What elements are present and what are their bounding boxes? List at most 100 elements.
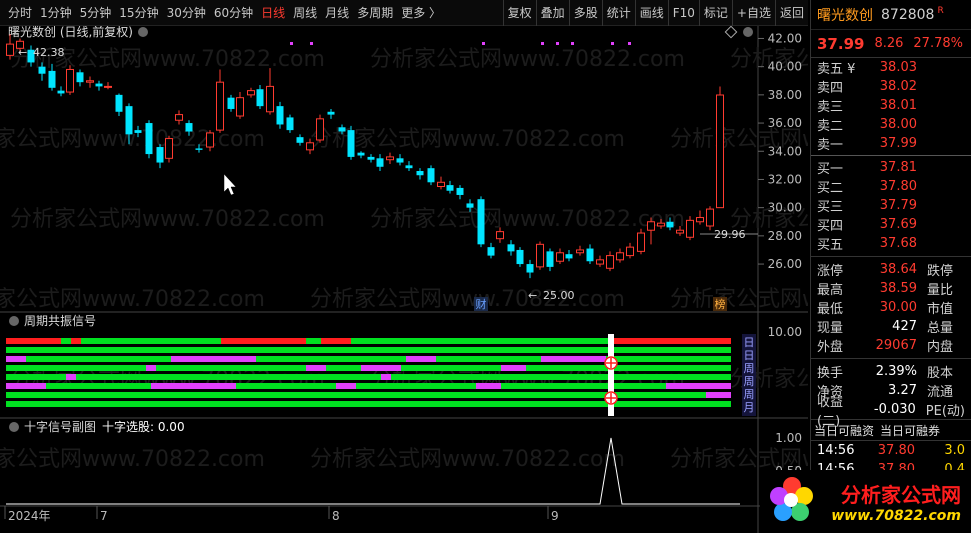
candle-body xyxy=(676,229,684,234)
period-tab-9[interactable]: 多周期 xyxy=(353,0,397,26)
period-tab-1[interactable]: 1分钟 xyxy=(36,0,76,26)
period-tab-7[interactable]: 周线 xyxy=(289,0,321,26)
candle-body xyxy=(507,244,515,252)
dropdown-icon[interactable] xyxy=(138,27,148,37)
resonance-segment xyxy=(306,338,321,344)
signal-dot xyxy=(310,42,313,45)
resonance-segment xyxy=(46,383,151,389)
resonance-segment xyxy=(71,338,81,344)
panel2-dropdown-icon[interactable] xyxy=(9,316,19,326)
toolbar-button-3[interactable]: 统计 xyxy=(601,0,635,26)
toolbar-button-8[interactable]: 返回 xyxy=(774,0,808,26)
stat-label: 换手 xyxy=(817,366,844,381)
buy-price: 37.79 xyxy=(879,198,917,213)
candle-body xyxy=(516,249,524,265)
tab-margin-sell[interactable]: 当日可融券 xyxy=(877,422,943,439)
stat-value: 29067 xyxy=(875,338,917,353)
candle-body xyxy=(626,246,634,257)
candle-body xyxy=(546,251,554,267)
panel2-y-tick: 10.00 xyxy=(768,325,802,339)
panel3-dropdown-icon[interactable] xyxy=(9,422,19,432)
period-tab-2[interactable]: 5分钟 xyxy=(76,0,116,26)
resonance-segment xyxy=(326,365,361,371)
tab-margin-buy[interactable]: 当日可融资 xyxy=(811,422,877,439)
candle-body xyxy=(38,66,46,74)
candle-body xyxy=(296,137,304,143)
candle-body xyxy=(616,252,624,261)
stat-row: 现量 427 总量 xyxy=(811,317,971,336)
period-tab-4[interactable]: 30分钟 xyxy=(163,0,210,26)
candle-body xyxy=(487,247,495,256)
signal-dot xyxy=(541,42,544,45)
signal-dot xyxy=(556,42,559,45)
stat-value: 30.00 xyxy=(879,300,917,315)
resonance-segment xyxy=(501,365,526,371)
toolbar-button-2[interactable]: 多股 xyxy=(568,0,602,26)
resonance-segment xyxy=(6,392,706,398)
resonance-segment xyxy=(146,365,156,371)
candle-body xyxy=(165,138,173,159)
sell-row: 卖一 37.99 xyxy=(811,134,971,153)
stat-label-2: 内盘 xyxy=(927,340,954,355)
candle-body xyxy=(437,181,445,188)
kline-chart-area[interactable]: 分析家公式网www.70822.com 分析家公式网www.70822.com 分析… xyxy=(0,26,808,533)
resonance-segment xyxy=(156,365,306,371)
toolbar-button-4[interactable]: 画线 xyxy=(634,0,668,26)
resonance-segment xyxy=(351,338,611,344)
logo-url: www.70822.com xyxy=(831,508,961,524)
period-tab-0[interactable]: 分时 xyxy=(4,0,36,26)
resonance-segment xyxy=(381,374,391,380)
period-tab-5[interactable]: 60分钟 xyxy=(210,0,257,26)
candle-body xyxy=(206,132,214,148)
resonance-segment xyxy=(171,356,256,362)
resonance-segment xyxy=(6,383,46,389)
candle-body xyxy=(286,117,294,131)
last-price-label: 29.96 xyxy=(714,228,746,241)
period-tab-8[interactable]: 月线 xyxy=(321,0,353,26)
panel3-y-tick: 1.00 xyxy=(775,431,802,445)
watermark-text: 分析家公式网www.70822.com xyxy=(0,447,265,472)
candle-body xyxy=(686,219,694,238)
stat-label-2: 股本 xyxy=(927,366,954,381)
stats-block-1: 涨停 38.64 跌停 最高 38.59 量比 最低 30.00 市值 现量 427 总量 外盘 2906… xyxy=(811,260,971,355)
toolbar-button-7[interactable]: +自选 xyxy=(731,0,775,26)
stat-label-2: 跌停 xyxy=(927,264,954,279)
finance-tabs[interactable]: 当日可融资 当日可融券 xyxy=(811,419,971,441)
toolbar-button-0[interactable]: 复权 xyxy=(502,0,536,26)
y-tick-label: 28.00 xyxy=(768,229,802,243)
resonance-segment xyxy=(256,356,406,362)
stock-header: 曙光数创 872808 R xyxy=(811,0,971,30)
candle-body xyxy=(276,106,284,125)
toolbar-button-1[interactable]: 叠加 xyxy=(535,0,569,26)
watermark-text: 分析家公式网www.70822.com xyxy=(730,367,808,392)
period-tab-6[interactable]: 日线 xyxy=(257,0,289,26)
stat-row: 涨停 38.64 跌停 xyxy=(811,260,971,279)
stat-value: 3.27 xyxy=(888,383,917,398)
quote-panel: 曙光数创 872808 R 37.99 8.26 27.78% 卖五 ¥ 38.0… xyxy=(810,0,971,533)
settings-icon[interactable] xyxy=(743,27,753,37)
tick-price: 37.80 xyxy=(877,443,915,458)
candle-body xyxy=(416,171,424,176)
resonance-segment xyxy=(336,383,356,389)
sell-orders: 卖五 ¥ 38.03 卖四 38.02 卖三 38.01 卖二 38.00 卖一 37.99 xyxy=(811,58,971,153)
stat-row: 最高 38.59 量比 xyxy=(811,279,971,298)
candle-body xyxy=(115,94,123,112)
candle-body xyxy=(57,90,65,94)
candle-body xyxy=(446,185,454,191)
watermark-text: 分析家公式网www.70822.com xyxy=(370,47,685,72)
resonance-segment xyxy=(306,365,326,371)
period-tab-10[interactable]: 更多 〉 xyxy=(397,0,445,26)
candle-body xyxy=(536,243,544,268)
candle-body xyxy=(526,264,534,273)
signal-dot xyxy=(628,42,631,45)
sell-price: 38.00 xyxy=(879,117,917,132)
stat-value: 38.64 xyxy=(879,262,917,277)
y-tick-label: 26.00 xyxy=(768,257,802,271)
period-tab-3[interactable]: 15分钟 xyxy=(115,0,162,26)
toolbar-button-6[interactable]: 标记 xyxy=(698,0,732,26)
y-tick-label: 42.00 xyxy=(768,31,802,45)
price-pct: 27.78% xyxy=(913,36,963,51)
sell-label: 卖四 xyxy=(817,81,844,96)
candle-body xyxy=(637,232,645,252)
toolbar-button-5[interactable]: F10 xyxy=(667,0,699,26)
